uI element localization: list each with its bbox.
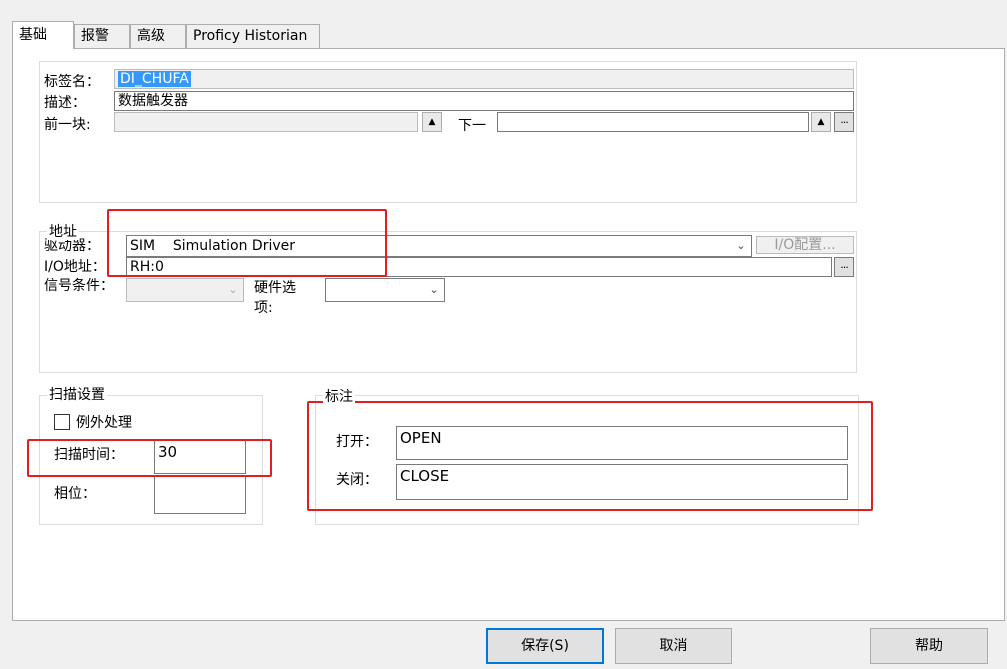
prev-block-up-icon[interactable]: ▲ (422, 112, 442, 132)
annotation-group: 打开： OPEN 关闭： CLOSE (315, 395, 859, 525)
description-label: 描述： (44, 95, 86, 111)
phase-input[interactable] (154, 476, 246, 514)
chevron-down-icon: ⌄ (429, 283, 439, 296)
tag-name-label: 标签名： (44, 74, 100, 90)
next-block-browse-button[interactable]: ... (834, 112, 854, 132)
io-address-label: I/O地址： (44, 259, 106, 275)
driver-label: 驱动器： (44, 238, 100, 254)
signal-condition-select: ⌄ (126, 278, 244, 302)
next-block-up-icon[interactable]: ▲ (811, 112, 831, 132)
tab-panel-basic: 标签名： DI_CHUFA 描述： 数据触发器 前一块: ▲ 下一 ▲ ... … (12, 48, 1005, 621)
chevron-down-icon: ⌄ (736, 239, 746, 252)
tag-name-value: DI_CHUFA (118, 71, 191, 87)
open-text-input[interactable]: OPEN (396, 426, 848, 460)
prev-block-field (114, 112, 418, 132)
tag-name-field: DI_CHUFA (114, 69, 854, 89)
tab-bar: 基础 报警 高级 Proficy Historian (0, 0, 1007, 49)
signal-condition-label: 信号条件： (44, 278, 114, 294)
driver-select[interactable]: SIM Simulation Driver ⌄ (126, 235, 752, 257)
hardware-options-select[interactable]: ⌄ (325, 278, 445, 302)
open-label: 打开： (336, 434, 378, 450)
exception-checkbox[interactable] (54, 414, 70, 430)
save-button[interactable]: 保存(S) (486, 628, 604, 664)
basic-group: 标签名： DI_CHUFA 描述： 数据触发器 前一块: ▲ 下一 ▲ ... (39, 61, 857, 203)
tab-basic[interactable]: 基础 (12, 21, 74, 49)
tab-proficy-historian[interactable]: Proficy Historian (186, 24, 320, 49)
io-address-input[interactable]: RH:0 (126, 257, 832, 277)
address-group: 驱动器： SIM Simulation Driver ⌄ I/O配置... I/… (39, 231, 857, 373)
chevron-down-icon: ⌄ (228, 283, 238, 296)
close-label: 关闭： (336, 472, 378, 488)
scan-settings-group-label: 扫描设置 (47, 387, 107, 403)
close-text-input[interactable]: CLOSE (396, 464, 848, 500)
hardware-options-label-line1: 硬件选 (254, 280, 296, 296)
description-input[interactable]: 数据触发器 (114, 91, 854, 111)
next-block-label: 下一 (458, 118, 486, 134)
hardware-options-label-line2: 项: (254, 300, 273, 316)
exception-label: 例外处理 (76, 415, 132, 431)
address-group-label: 地址 (47, 224, 79, 240)
dialog-button-bar: 保存(S) 取消 帮助 (0, 621, 1007, 669)
next-block-input[interactable] (497, 112, 809, 132)
cancel-button[interactable]: 取消 (615, 628, 732, 664)
annotation-group-label: 标注 (323, 389, 355, 405)
phase-label: 相位： (54, 486, 96, 502)
scan-time-input[interactable]: 30 (154, 440, 246, 474)
driver-value: SIM Simulation Driver (130, 238, 295, 254)
scan-settings-group: 例外处理 扫描时间： 30 相位： (39, 395, 263, 525)
io-address-browse-button[interactable]: ... (834, 257, 854, 277)
scan-time-label: 扫描时间： (54, 447, 124, 463)
prev-block-label: 前一块: (44, 117, 91, 133)
tab-alarm[interactable]: 报警 (74, 24, 130, 49)
io-config-button[interactable]: I/O配置... (756, 236, 854, 254)
help-button[interactable]: 帮助 (870, 628, 988, 664)
tab-advanced[interactable]: 高级 (130, 24, 186, 49)
